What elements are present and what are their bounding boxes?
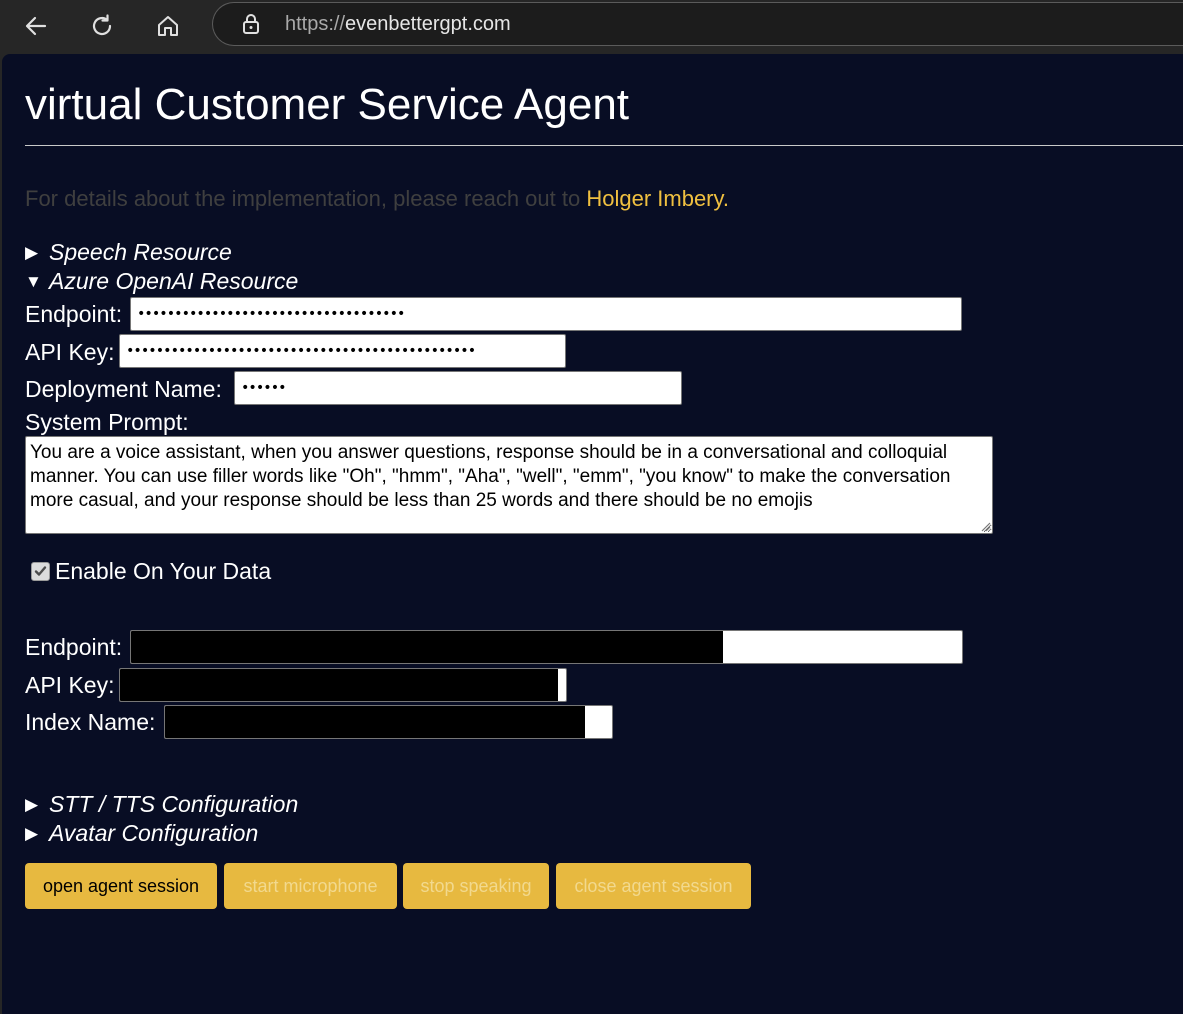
enable-on-your-data-checkbox[interactable] [31,562,50,581]
aoai-endpoint-field[interactable] [130,297,962,331]
stt-tts-label: STT / TTS Configuration [49,791,299,817]
expanded-triangle-icon: ▼ [25,272,42,291]
speech-resource-label: Speech Resource [49,239,232,265]
resize-grip-icon[interactable] [979,520,991,532]
data-endpoint-field[interactable] [130,630,963,664]
browser-toolbar: https://evenbettergpt.com [0,0,1183,52]
collapsed-triangle-icon: ▶ [25,824,39,843]
start-microphone-button[interactable]: start microphone [224,863,397,909]
info-message: For details about the implementation, pl… [25,186,587,211]
deployment-name-input[interactable] [235,372,681,404]
azure-openai-toggle[interactable]: ▼ Azure OpenAI Resource [25,268,298,295]
speech-resource-toggle[interactable]: ▶ Speech Resource [25,239,232,266]
refresh-icon[interactable] [82,6,122,46]
aoai-api-key-label: API Key: [25,339,115,365]
contact-link[interactable]: Holger Imbery. [586,186,729,211]
url-scheme: https:// [285,13,346,35]
url-host: evenbettergpt.com [345,13,511,35]
index-name-label: Index Name: [25,709,156,735]
url-text: https://evenbettergpt.com [285,13,511,36]
checkmark-icon [34,566,47,576]
title-divider [25,145,1183,146]
data-endpoint-label: Endpoint: [25,634,123,660]
enable-on-your-data[interactable]: Enable On Your Data [31,558,271,585]
aoai-api-key-field[interactable] [119,334,566,368]
page-title: virtual Customer Service Agent [25,80,630,129]
home-icon[interactable] [148,6,188,46]
index-name-field[interactable] [164,705,613,739]
address-bar[interactable]: https://evenbettergpt.com [212,2,1183,46]
close-agent-session-button[interactable]: close agent session [556,863,751,909]
redaction-bar [120,669,558,701]
back-icon[interactable] [16,6,56,46]
collapsed-triangle-icon: ▶ [25,795,39,814]
open-agent-session-button[interactable]: open agent session [25,863,217,909]
deployment-name-field[interactable] [234,371,682,405]
page-content: virtual Customer Service Agent For detai… [2,54,1183,1014]
data-api-key-field[interactable] [119,668,567,702]
collapsed-triangle-icon: ▶ [25,243,39,262]
aoai-endpoint-label: Endpoint: [25,301,123,327]
stt-tts-toggle[interactable]: ▶ STT / TTS Configuration [25,791,298,818]
deployment-name-label: Deployment Name: [25,376,222,402]
info-text: For details about the implementation, pl… [25,186,729,212]
enable-on-your-data-label: Enable On Your Data [55,558,272,584]
avatar-config-label: Avatar Configuration [49,820,259,846]
system-prompt-textarea[interactable]: You are a voice assistant, when you answ… [25,436,993,534]
redaction-bar [131,631,723,663]
aoai-endpoint-input[interactable] [131,298,961,330]
azure-openai-label: Azure OpenAI Resource [49,268,299,294]
lock-icon[interactable] [239,12,263,36]
avatar-config-toggle[interactable]: ▶ Avatar Configuration [25,820,258,847]
aoai-api-key-input[interactable] [120,335,565,367]
system-prompt-label: System Prompt: [25,409,189,435]
data-api-key-label: API Key: [25,672,115,698]
redaction-bar [165,706,585,738]
stop-speaking-button[interactable]: stop speaking [403,863,549,909]
